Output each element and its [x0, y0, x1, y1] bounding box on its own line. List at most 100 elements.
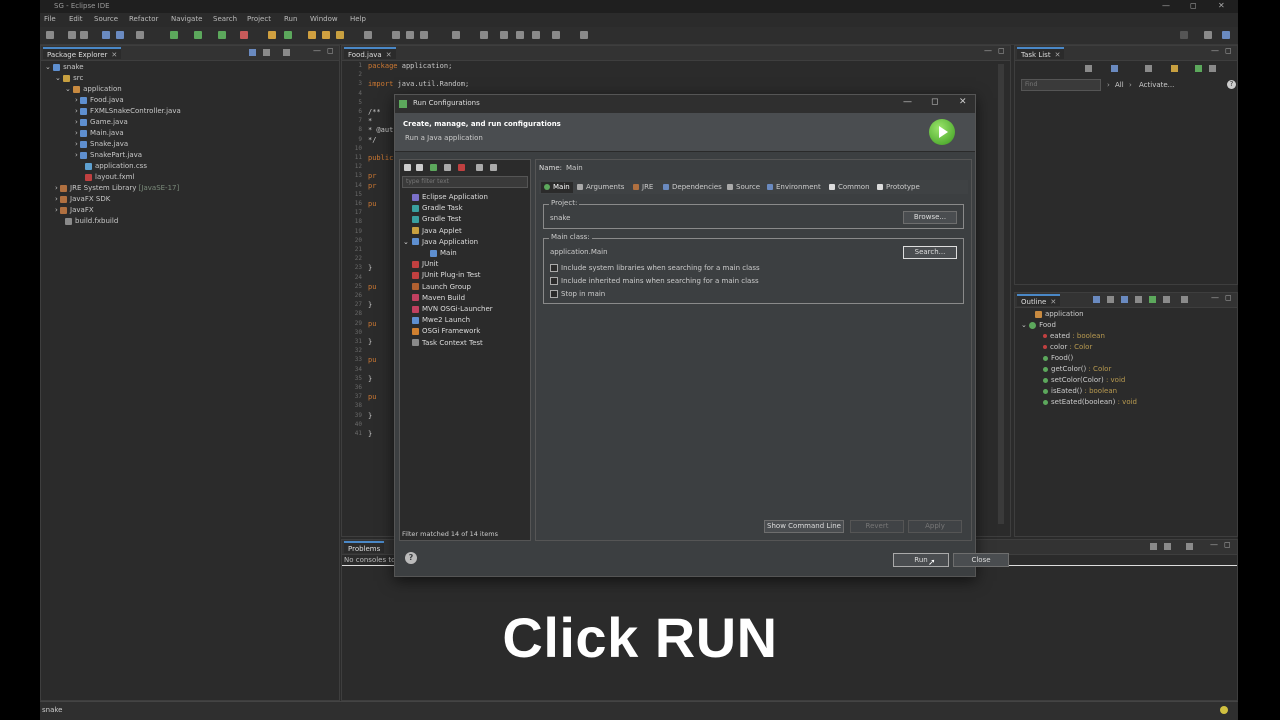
- outline-node-constructor[interactable]: Food(): [1043, 353, 1073, 364]
- revert-button[interactable]: Revert: [850, 520, 904, 533]
- code-line[interactable]: pu: [368, 356, 376, 364]
- pin-console-icon[interactable]: [1164, 543, 1171, 550]
- config-tree-item[interactable]: Eclipse Application: [412, 192, 488, 203]
- chevron-right-icon[interactable]: ›: [55, 184, 58, 192]
- code-line[interactable]: }: [368, 375, 372, 383]
- java-perspective-icon[interactable]: [1222, 31, 1230, 39]
- tab-task-list[interactable]: Task List ✕: [1017, 47, 1065, 59]
- apply-button[interactable]: Apply: [908, 520, 962, 533]
- close-tab-icon[interactable]: ✕: [1050, 298, 1056, 306]
- nav-forward-icon[interactable]: [552, 31, 560, 39]
- project-field[interactable]: snake: [550, 214, 570, 222]
- tree-node-javafx-sdk[interactable]: › JavaFX SDK: [55, 194, 110, 205]
- next-annotation-icon[interactable]: [452, 31, 460, 39]
- tab-arguments[interactable]: Arguments: [577, 182, 624, 193]
- run-button[interactable]: Run: [893, 553, 949, 567]
- maximize-view-icon[interactable]: ◻: [1224, 540, 1231, 549]
- duplicate-config-icon[interactable]: [444, 164, 451, 171]
- categorize-icon[interactable]: [1111, 65, 1118, 72]
- config-tree-item[interactable]: MVN OSGi-Launcher: [412, 304, 493, 315]
- close-icon[interactable]: ✕: [1218, 1, 1225, 10]
- outline-node-package[interactable]: application: [1035, 309, 1084, 320]
- outline-node-class[interactable]: ⌄ Food: [1021, 320, 1056, 331]
- tab-problems[interactable]: Problems: [344, 541, 385, 553]
- open-type-icon[interactable]: [308, 31, 316, 39]
- outline-node-method[interactable]: setEated(boolean) : void: [1043, 397, 1137, 408]
- code-line[interactable]: }: [368, 301, 372, 309]
- code-line[interactable]: }: [368, 412, 372, 420]
- open-console-icon[interactable]: [1186, 543, 1193, 550]
- run-icon[interactable]: [194, 31, 202, 39]
- maximize-icon[interactable]: ◻: [1190, 1, 1197, 10]
- config-tree-item[interactable]: Launch Group: [412, 282, 471, 293]
- checkbox-box[interactable]: [550, 264, 558, 272]
- config-tree-item[interactable]: Task Context Test: [412, 338, 483, 349]
- show-command-line-button[interactable]: Show Command Line: [764, 520, 844, 533]
- export-config-icon[interactable]: [430, 164, 437, 171]
- code-line[interactable]: package application;: [368, 62, 452, 70]
- help-icon[interactable]: ?: [405, 552, 417, 564]
- tab-environment[interactable]: Environment: [767, 182, 821, 193]
- minimize-view-icon[interactable]: —: [313, 46, 321, 55]
- config-tree-item[interactable]: Gradle Task: [412, 203, 463, 214]
- config-filter-input[interactable]: type filter text: [402, 176, 528, 188]
- outline-node-field[interactable]: color : Color: [1043, 342, 1092, 353]
- coverage-icon[interactable]: [218, 31, 226, 39]
- search-tool-icon[interactable]: [336, 31, 344, 39]
- chevron-right-icon[interactable]: ›: [75, 140, 78, 148]
- tab-jre[interactable]: JRE: [633, 182, 653, 193]
- include-inherited-mains-checkbox[interactable]: Include inherited mains when searching f…: [550, 277, 759, 285]
- close-button[interactable]: Close: [953, 553, 1009, 567]
- task-filter-all[interactable]: All: [1115, 81, 1124, 89]
- chevron-down-icon[interactable]: ⌄: [55, 74, 61, 82]
- close-tab-icon[interactable]: ✕: [386, 51, 392, 59]
- sort-tasks-icon[interactable]: [1171, 65, 1178, 72]
- new-java-project-icon[interactable]: [268, 31, 276, 39]
- new-prototype-icon[interactable]: [416, 164, 423, 171]
- tab-main[interactable]: Main: [541, 182, 573, 193]
- search-icon[interactable]: [1180, 31, 1188, 39]
- debug-icon[interactable]: [170, 31, 178, 39]
- minimize-view-icon[interactable]: —: [1211, 293, 1219, 302]
- code-line[interactable]: pu: [368, 283, 376, 291]
- editor-scrollbar[interactable]: [998, 64, 1004, 524]
- tree-node-file[interactable]: › FXMLSnakeController.java: [75, 106, 181, 117]
- chevron-right-icon[interactable]: ›: [75, 151, 78, 159]
- annotation-icon[interactable]: [364, 31, 372, 39]
- minimize-icon[interactable]: —: [1162, 1, 1170, 10]
- menu-window[interactable]: Window: [310, 15, 338, 23]
- name-field[interactable]: Main: [566, 162, 956, 174]
- tree-node-file[interactable]: › SnakePart.java: [75, 150, 142, 161]
- menu-edit[interactable]: Edit: [69, 15, 83, 23]
- last-edit-icon[interactable]: [532, 31, 540, 39]
- code-line[interactable]: pu: [368, 320, 376, 328]
- collapse-all-icon[interactable]: [1093, 296, 1100, 303]
- tab-source[interactable]: Source: [727, 182, 760, 193]
- notification-icon[interactable]: [1220, 706, 1228, 714]
- maximize-view-icon[interactable]: ◻: [1225, 293, 1232, 302]
- tree-node-javafx[interactable]: › JavaFX: [55, 205, 94, 216]
- tree-node-snake[interactable]: ⌄ snake: [45, 62, 84, 73]
- forward-icon[interactable]: [516, 31, 524, 39]
- minimize-view-icon[interactable]: —: [1210, 540, 1218, 549]
- outline-node-method[interactable]: isEated() : boolean: [1043, 386, 1117, 397]
- redo-icon[interactable]: [116, 31, 124, 39]
- checkbox-box[interactable]: [550, 290, 558, 298]
- tree-node-file[interactable]: › Food.java: [75, 95, 124, 106]
- external-tools-icon[interactable]: [240, 31, 248, 39]
- config-tree-item[interactable]: JUnit: [412, 259, 438, 270]
- chevron-down-icon[interactable]: ⌄: [65, 85, 71, 93]
- new-icon[interactable]: [46, 31, 54, 39]
- tab-prototype[interactable]: Prototype: [877, 182, 920, 193]
- tab-dependencies[interactable]: Dependencies: [663, 182, 722, 193]
- tab-outline[interactable]: Outline ✕: [1017, 294, 1061, 306]
- menu-search[interactable]: Search: [213, 15, 237, 23]
- menu-refactor[interactable]: Refactor: [129, 15, 158, 23]
- minimize-view-icon[interactable]: —: [984, 46, 992, 55]
- pin-icon[interactable]: [480, 31, 488, 39]
- tree-node-jre[interactable]: › JRE System Library [JavaSE-17]: [55, 183, 179, 194]
- config-tree-item[interactable]: Mwe2 Launch: [412, 315, 470, 326]
- print-icon[interactable]: [136, 31, 144, 39]
- toggle-mark-icon[interactable]: [392, 31, 400, 39]
- checkbox-box[interactable]: [550, 277, 558, 285]
